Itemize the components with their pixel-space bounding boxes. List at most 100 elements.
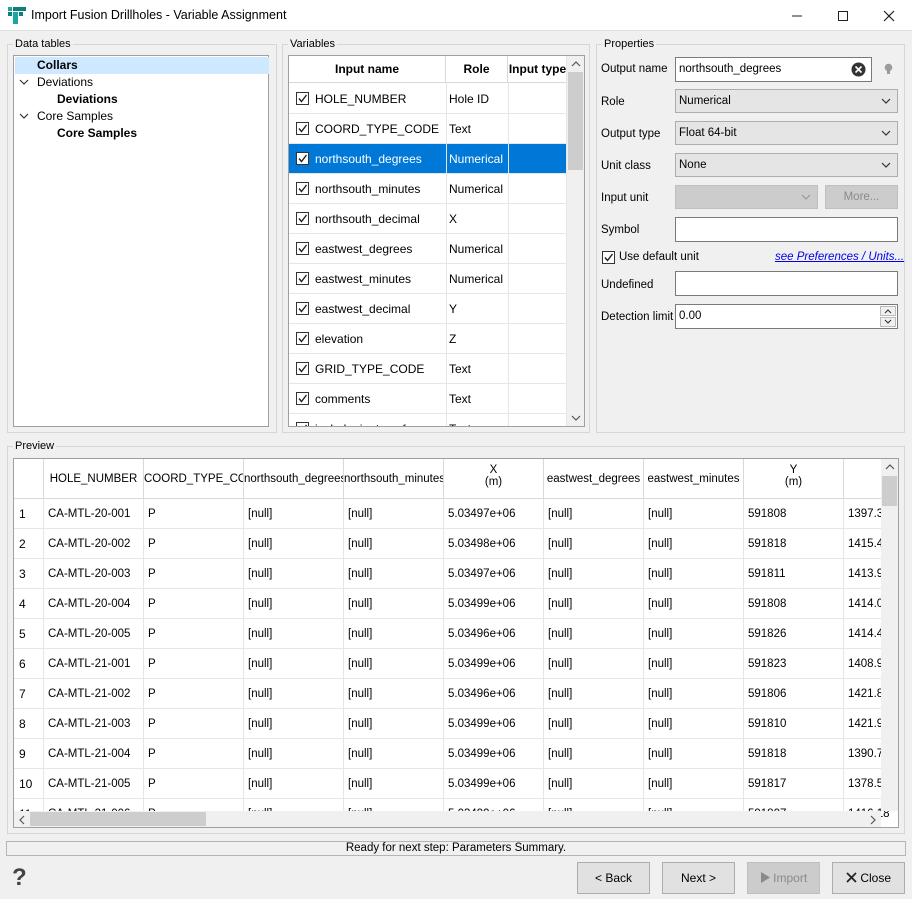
chevron-down-icon[interactable] xyxy=(18,108,30,125)
close-button[interactable]: Close xyxy=(832,862,905,894)
variable-row[interactable]: eastwest_minutes Numerical xyxy=(289,264,567,294)
preview-hscroll-thumb[interactable] xyxy=(30,812,206,826)
preview-row[interactable]: 1 CA-MTL-20-001 P [null] [null] 5.03497e+06 [n… xyxy=(14,499,890,529)
preview-cell: [null] xyxy=(344,769,444,799)
checkmark-icon xyxy=(298,124,308,133)
tree-item-deviations-table[interactable]: Deviations xyxy=(14,91,268,108)
column-header-input-name[interactable]: Input name xyxy=(289,56,446,83)
variable-input-name: COORD_TYPE_CODE xyxy=(315,122,440,136)
scroll-up-icon[interactable] xyxy=(885,463,895,471)
preview-row[interactable]: 3 CA-MTL-20-003 P [null] [null] 5.03497e+06 [n… xyxy=(14,559,890,589)
variable-row[interactable]: comments Text xyxy=(289,384,567,414)
help-icon[interactable]: ? xyxy=(12,865,32,891)
preview-row[interactable]: 2 CA-MTL-20-002 P [null] [null] 5.03498e+06 [n… xyxy=(14,529,890,559)
preview-cell: [null] xyxy=(544,679,644,709)
variable-checkbox[interactable] xyxy=(296,92,309,105)
variable-checkbox[interactable] xyxy=(296,152,309,165)
undefined-input[interactable] xyxy=(675,271,898,296)
tree-item-core-samples[interactable]: Core Samples xyxy=(14,108,268,125)
preview-column-header[interactable]: X (m) xyxy=(444,459,544,499)
variable-checkbox[interactable] xyxy=(296,362,309,375)
variable-checkbox[interactable] xyxy=(296,182,309,195)
minimize-button[interactable] xyxy=(774,0,820,31)
tree-item-core-samples-table[interactable]: Core Samples xyxy=(14,125,268,142)
variable-checkbox[interactable] xyxy=(296,122,309,135)
preview-cell: 5.03499e+06 xyxy=(444,769,544,799)
preview-row[interactable]: 7 CA-MTL-21-002 P [null] [null] 5.03496e+06 [n… xyxy=(14,679,890,709)
variable-checkbox[interactable] xyxy=(296,392,309,405)
preview-column-header[interactable]: eastwest_minutes xyxy=(644,459,744,499)
variable-row[interactable]: northsouth_minutes Numerical xyxy=(289,174,567,204)
use-default-unit-label[interactable]: Use default unit xyxy=(619,251,699,263)
clear-icon[interactable] xyxy=(851,62,866,77)
spin-down-button[interactable] xyxy=(880,317,896,327)
preview-row[interactable]: 6 CA-MTL-21-001 P [null] [null] 5.03499e+06 [n… xyxy=(14,649,890,679)
preview-cell: CA-MTL-20-002 xyxy=(44,529,144,559)
use-default-unit-checkbox[interactable] xyxy=(602,251,615,264)
variable-checkbox[interactable] xyxy=(296,212,309,225)
variable-row[interactable]: include_in_transfer Text xyxy=(289,414,567,426)
more-button[interactable]: More... xyxy=(825,185,898,209)
preferences-units-link[interactable]: see Preferences / Units... xyxy=(775,251,904,263)
variable-checkbox[interactable] xyxy=(296,272,309,285)
variables-scroll-thumb[interactable] xyxy=(568,72,583,170)
variable-checkbox[interactable] xyxy=(296,302,309,315)
scroll-down-icon[interactable] xyxy=(571,414,581,422)
scroll-left-icon[interactable] xyxy=(18,815,26,825)
role-select[interactable]: Numerical xyxy=(675,89,898,113)
input-unit-select[interactable] xyxy=(675,185,818,209)
output-type-select[interactable]: Float 64-bit xyxy=(675,121,898,145)
preview-column-header[interactable]: HOLE_NUMBER xyxy=(44,459,144,499)
next-button[interactable]: Next > xyxy=(662,862,735,894)
preview-row[interactable]: 4 CA-MTL-20-004 P [null] [null] 5.03499e+06 [n… xyxy=(14,589,890,619)
variable-input-name: northsouth_degrees xyxy=(315,152,422,166)
tree-item-collars[interactable]: Collars xyxy=(15,57,269,74)
maximize-button[interactable] xyxy=(820,0,866,31)
tree-item-label: Deviations xyxy=(57,92,118,106)
variable-checkbox[interactable] xyxy=(296,242,309,255)
symbol-input[interactable] xyxy=(675,217,898,242)
preview-horizontal-scrollbar[interactable] xyxy=(14,811,881,827)
preview-cell: [null] xyxy=(244,679,344,709)
variable-checkbox[interactable] xyxy=(296,332,309,345)
lightbulb-icon[interactable] xyxy=(884,63,893,76)
variable-row[interactable]: COORD_TYPE_CODE Text xyxy=(289,114,567,144)
variable-row[interactable]: eastwest_degrees Numerical xyxy=(289,234,567,264)
column-header-input-type[interactable]: Input type xyxy=(508,56,568,83)
scroll-up-icon[interactable] xyxy=(571,60,581,68)
chevron-down-icon[interactable] xyxy=(18,74,30,91)
app-logo-icon xyxy=(8,7,26,24)
variable-row[interactable]: eastwest_decimal Y xyxy=(289,294,567,324)
preview-vscroll-thumb[interactable] xyxy=(882,476,897,506)
preview-column-header[interactable]: Y (m) xyxy=(744,459,844,499)
preview-row[interactable]: 10 CA-MTL-21-005 P [null] [null] 5.03499e+06[… xyxy=(14,769,890,799)
preview-column-header[interactable]: northsouth_minutes xyxy=(344,459,444,499)
variable-checkbox[interactable] xyxy=(296,422,309,426)
column-header-role[interactable]: Role xyxy=(446,56,508,83)
variable-row[interactable]: elevation Z xyxy=(289,324,567,354)
data-tables-tree[interactable]: Collars Deviations Deviations Core Sampl… xyxy=(13,55,269,427)
tree-item-deviations[interactable]: Deviations xyxy=(14,74,268,91)
preview-cell: [null] xyxy=(344,559,444,589)
close-window-button[interactable] xyxy=(866,0,912,31)
variables-scrollbar[interactable] xyxy=(566,56,584,426)
detection-limit-spinbox[interactable]: 0.00 xyxy=(675,304,898,329)
spin-up-button[interactable] xyxy=(880,306,896,316)
import-button[interactable]: Import xyxy=(747,862,820,894)
preview-column-header[interactable]: northsouth_degrees xyxy=(244,459,344,499)
variable-row[interactable]: HOLE_NUMBER Hole ID xyxy=(289,84,567,114)
variable-row[interactable]: northsouth_degrees Numerical xyxy=(289,144,567,174)
output-name-input[interactable]: northsouth_degrees xyxy=(675,57,872,82)
preview-column-header[interactable]: COORD_TYPE_CODE xyxy=(144,459,244,499)
preview-row[interactable]: 8 CA-MTL-21-003 P [null] [null] 5.03499e+06 [n… xyxy=(14,709,890,739)
back-button[interactable]: < Back xyxy=(577,862,650,894)
variable-row[interactable]: northsouth_decimal X xyxy=(289,204,567,234)
preview-row[interactable]: 5 CA-MTL-20-005 P [null] [null] 5.03496e+06 [n… xyxy=(14,619,890,649)
variable-row[interactable]: GRID_TYPE_CODE Text xyxy=(289,354,567,384)
unit-class-select[interactable]: None xyxy=(675,153,898,177)
preview-row[interactable]: 9 CA-MTL-21-004 P [null] [null] 5.03499e+06 [n… xyxy=(14,739,890,769)
preview-vertical-scrollbar[interactable] xyxy=(881,459,898,811)
preview-column-header[interactable]: eastwest_degrees xyxy=(544,459,644,499)
scroll-right-icon[interactable] xyxy=(869,815,877,825)
output-name-value: northsouth_degrees xyxy=(679,63,782,75)
